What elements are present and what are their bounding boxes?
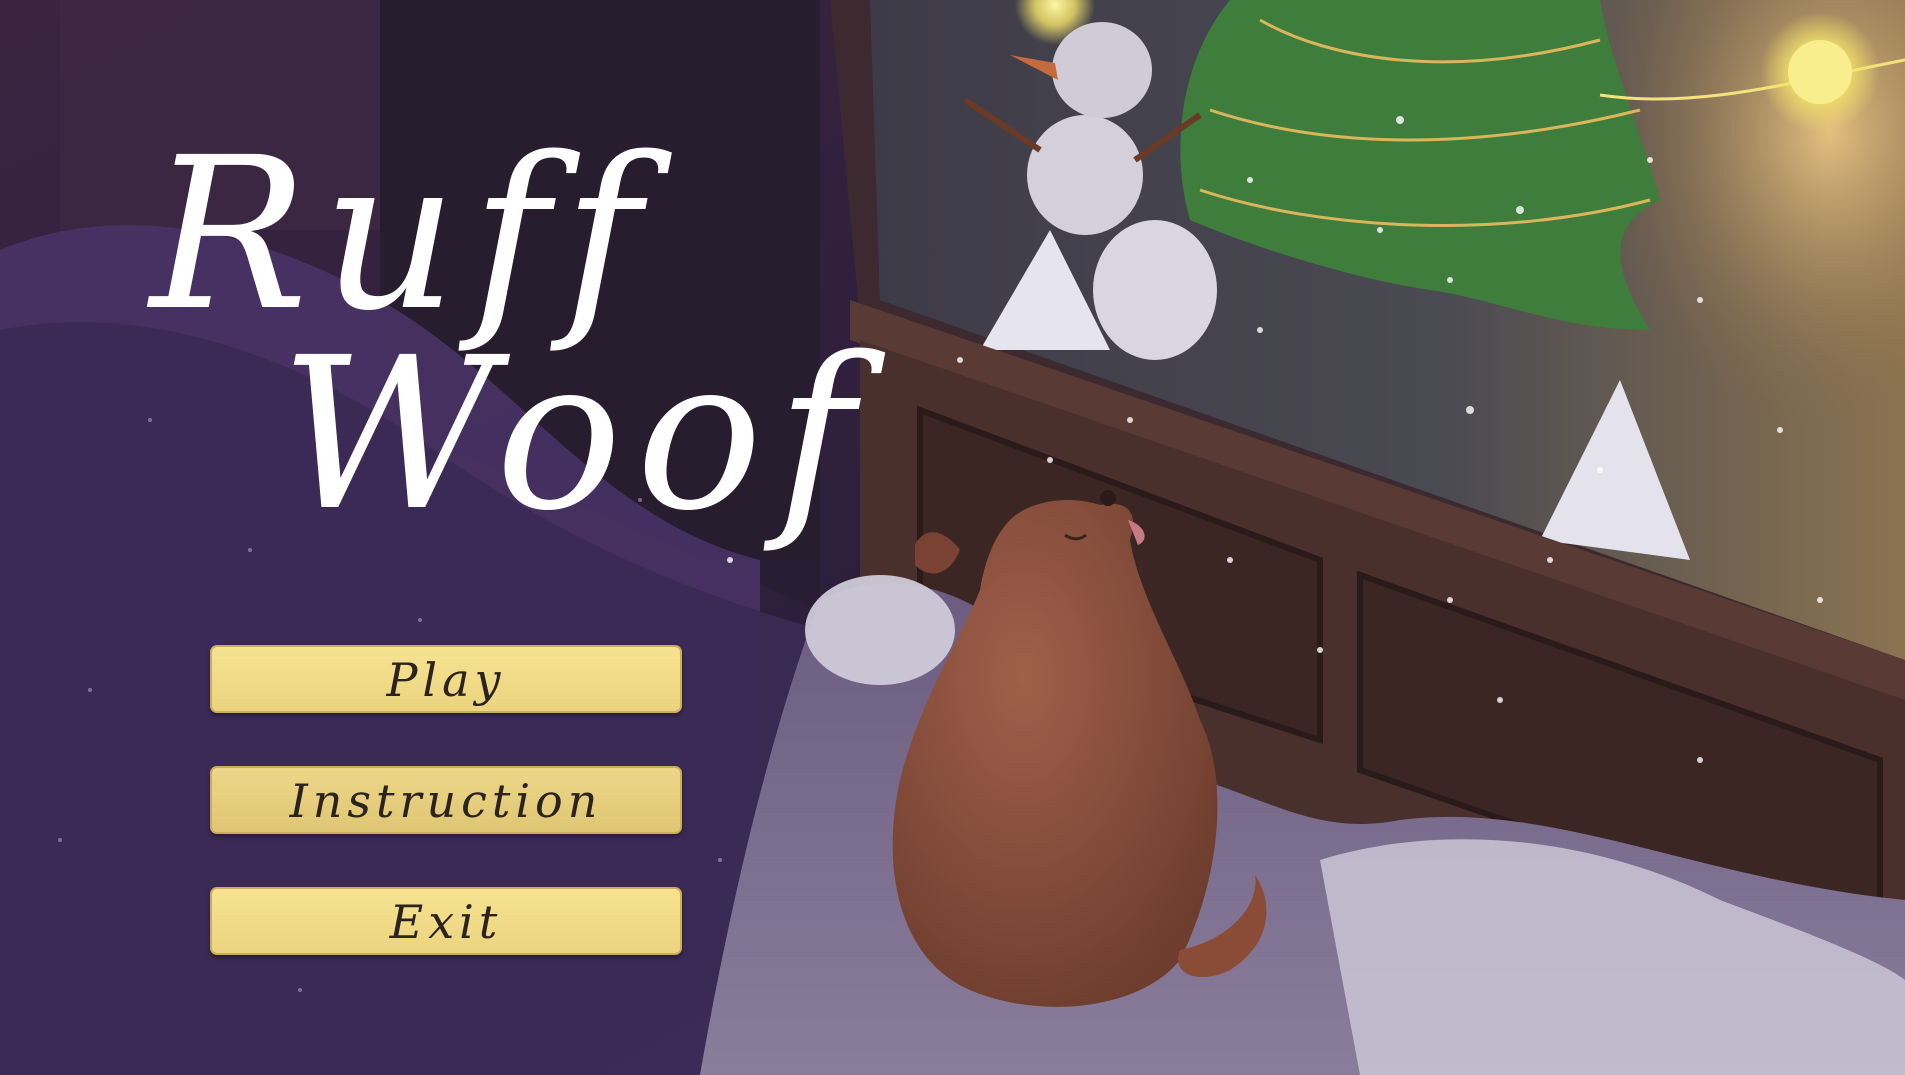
game-title-line-1: Ruff [150,112,655,357]
play-button[interactable]: Play [210,645,682,713]
game-title-line-2: Woof [280,312,869,557]
main-menu: Play Instruction Exit [210,645,682,1008]
title-screen: Ruff Woof Play Instruction Exit [0,0,1905,1075]
instruction-button[interactable]: Instruction [210,766,682,834]
exit-button[interactable]: Exit [210,887,682,955]
